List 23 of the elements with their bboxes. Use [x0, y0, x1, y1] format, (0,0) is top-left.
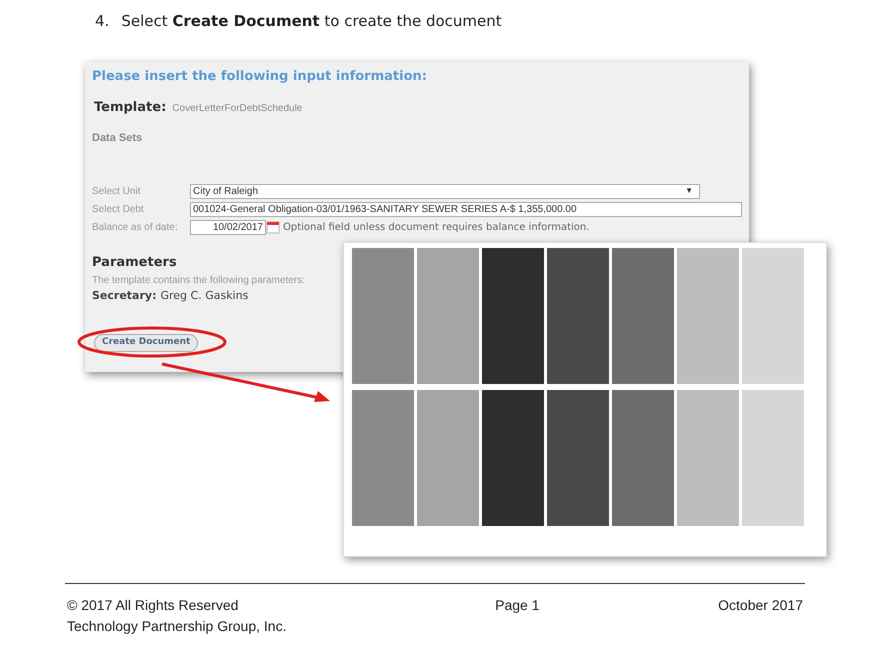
footer-text: © 2017 All Rights Reserved: [67, 596, 240, 615]
page-number: Page 1: [495, 596, 540, 615]
footer-date: October 2017: [718, 596, 803, 615]
template-label: Template:: [94, 99, 166, 117]
section-title: Parameters: [92, 254, 178, 272]
field-label: Balance as of date:: [92, 220, 179, 234]
step-instruction: Select Create Document to create the document: [121, 11, 502, 32]
debt-field[interactable]: 001024-General Obligation-03/01/1963-SANITARY SEWER SERIES A-$ 1,355,000.00: [190, 202, 742, 216]
template-name: CoverLetterForDebtSchedule: [172, 102, 302, 116]
field-label: Select Debt: [92, 202, 145, 216]
calendar-icon[interactable]: [266, 220, 280, 234]
date-field[interactable]: 10/02/2017: [190, 220, 266, 234]
hint-text: Optional field unless document requires balance information.: [283, 220, 590, 234]
step-number: 4.: [95, 11, 110, 32]
parameter-label: Secretary:: [92, 288, 156, 304]
parameter-value: Greg C. Gaskins: [160, 288, 248, 304]
section-title: Data Sets: [92, 130, 144, 146]
field-label: Select Unit: [92, 184, 142, 198]
create-document-button[interactable]: Create Document: [94, 334, 198, 352]
footer-text: Technology Partnership Group, Inc.: [67, 617, 286, 636]
form-heading: Please insert the following input information:: [92, 68, 428, 86]
parameters-note: The template contains the following parameters:: [92, 274, 306, 288]
unit-select[interactable]: City of Raleigh ▼: [190, 184, 700, 198]
